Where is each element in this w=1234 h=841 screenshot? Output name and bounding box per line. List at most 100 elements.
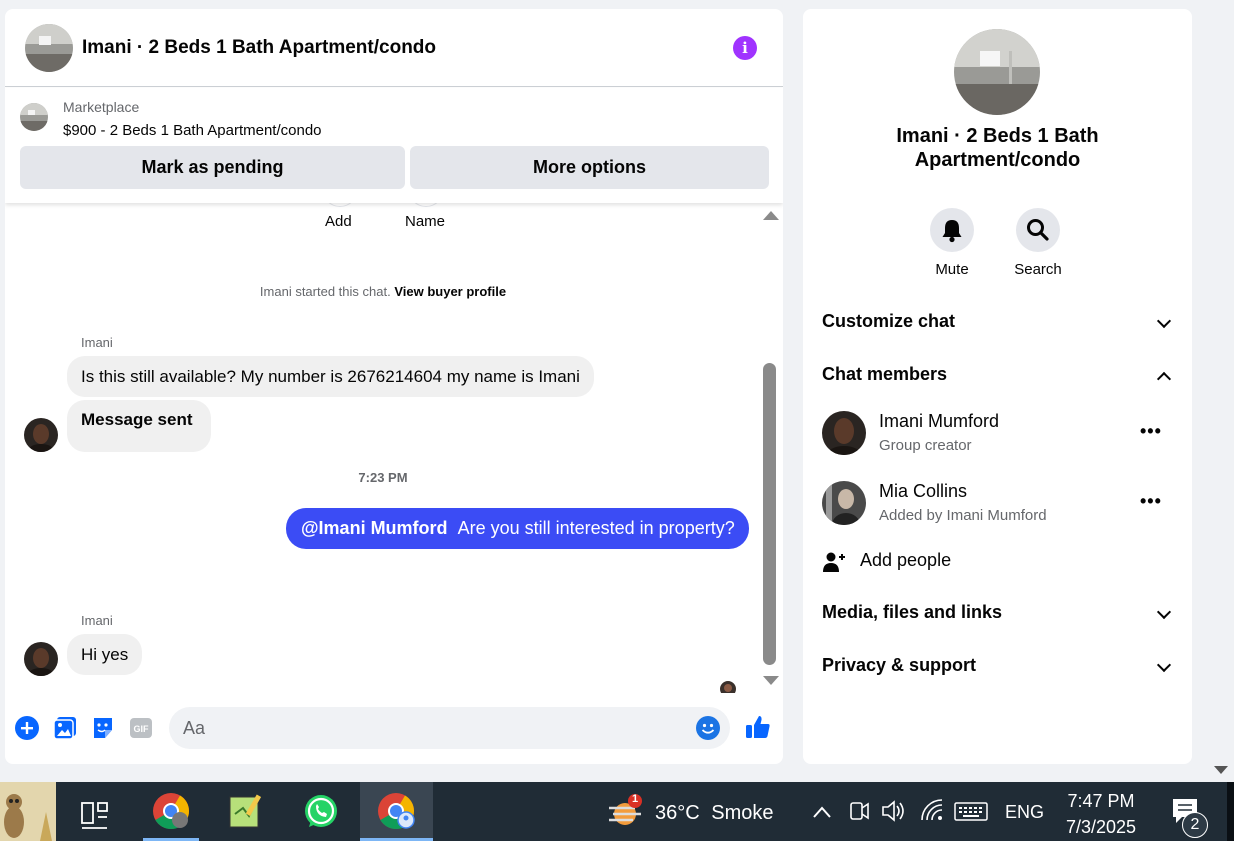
emoji-icon[interactable]	[696, 716, 720, 740]
chevron-down-icon	[1156, 313, 1172, 329]
privacy-support-label: Privacy & support	[822, 655, 977, 675]
message-text: Are you still interested in property?	[457, 518, 735, 538]
member-role: Added by Imani Mumford	[879, 507, 1047, 524]
chevron-up-icon[interactable]	[810, 782, 834, 841]
photo-icon[interactable]	[52, 715, 78, 741]
svg-text:GIF: GIF	[134, 724, 150, 734]
scrollbar-thumb[interactable]	[763, 363, 776, 665]
message-input[interactable]	[183, 707, 683, 749]
weather-temperature: 36°C	[655, 802, 700, 824]
marketplace-label: Marketplace	[63, 99, 140, 115]
notification-count-badge: 2	[1182, 812, 1208, 838]
show-desktop-button[interactable]	[1227, 782, 1234, 841]
privacy-support-section[interactable]: Privacy & support	[822, 652, 1175, 682]
weather-alert-badge: 1	[631, 793, 639, 805]
system-note: Imani started this chat. View buyer prof…	[5, 284, 761, 299]
avatar[interactable]	[24, 418, 58, 452]
message-bubble-incoming[interactable]: Message sent	[67, 400, 211, 452]
add-person-icon	[823, 552, 845, 572]
meet-now-icon[interactable]	[847, 782, 871, 841]
listing-small-thumbnail[interactable]	[20, 103, 48, 131]
message-bubble-incoming[interactable]: Is this still available? My number is 26…	[67, 356, 594, 397]
message-input-container[interactable]	[169, 707, 730, 749]
task-view-icon[interactable]	[78, 782, 112, 841]
member-row[interactable]: Mia Collins Added by Imani Mumford •••	[822, 481, 1175, 531]
weather-widget[interactable]: 36°C Smoke	[655, 802, 774, 825]
member-avatar[interactable]	[822, 411, 866, 455]
wifi-icon[interactable]	[918, 782, 946, 841]
chat-title[interactable]: Imani · 2 Beds 1 Bath Apartment/condo	[82, 37, 436, 59]
chat-info-panel: Imani · 2 Beds 1 Bath Apartment/condo Mu…	[803, 9, 1192, 764]
member-name: Imani Mumford	[879, 411, 1000, 431]
chrome-profile-icon[interactable]	[360, 782, 433, 841]
view-buyer-profile-link[interactable]: View buyer profile	[394, 284, 506, 299]
clock-date: 7/3/2025	[1065, 817, 1137, 837]
name-action-label[interactable]: Name	[405, 213, 445, 230]
mark-as-pending-button[interactable]: Mark as pending	[20, 146, 405, 189]
message-bubble-outgoing[interactable]: @Imani Mumford Are you still interested …	[286, 508, 749, 549]
composer: GIF	[5, 699, 783, 759]
chat-members-label: Chat members	[822, 364, 948, 384]
chrome-icon[interactable]	[140, 782, 202, 841]
chevron-down-icon	[1156, 657, 1172, 673]
name-circle-button[interactable]	[408, 203, 444, 207]
volume-icon[interactable]	[880, 782, 908, 841]
message-timestamp: 7:23 PM	[358, 470, 408, 485]
member-avatar[interactable]	[822, 481, 866, 525]
system-note-text: Imani started this chat.	[259, 284, 391, 299]
marketplace-bar: Marketplace $900 - 2 Beds 1 Bath Apartme…	[5, 88, 783, 203]
more-icon[interactable]: •••	[1140, 491, 1162, 512]
gif-icon[interactable]: GIF	[128, 715, 154, 741]
avatar[interactable]	[24, 642, 58, 676]
meerkat-widget-icon[interactable]	[0, 782, 56, 841]
member-row[interactable]: Imani Mumford Group creator •••	[822, 411, 1175, 461]
more-options-button[interactable]: More options	[410, 146, 769, 189]
listing-avatar[interactable]	[954, 29, 1040, 115]
chevron-down-icon	[1156, 604, 1172, 620]
mute-button[interactable]: Mute	[922, 208, 982, 278]
whatsapp-icon[interactable]	[300, 782, 342, 841]
chevron-up-icon	[1156, 371, 1172, 387]
scroll-down-arrow[interactable]	[763, 676, 779, 685]
mute-label: Mute	[935, 261, 969, 278]
page-scroll-down-arrow[interactable]	[1214, 766, 1228, 774]
plus-icon[interactable]	[14, 715, 40, 741]
add-people-button[interactable]: Add people	[822, 547, 1122, 577]
search-icon[interactable]	[1016, 208, 1060, 252]
search-label: Search	[1014, 261, 1062, 278]
like-icon[interactable]	[744, 713, 772, 741]
bell-icon[interactable]	[930, 208, 974, 252]
chat-panel: Imani · 2 Beds 1 Bath Apartment/condo i …	[5, 9, 783, 764]
add-action-label[interactable]: Add	[325, 213, 352, 230]
notepad-icon[interactable]	[225, 782, 265, 841]
customize-chat-label: Customize chat	[822, 311, 956, 331]
read-receipt-avatar	[720, 681, 736, 693]
listing-thumbnail[interactable]	[25, 24, 73, 72]
clock-time: 7:47 PM	[1067, 791, 1135, 811]
mention[interactable]: @Imani Mumford	[301, 518, 448, 538]
search-button[interactable]: Search	[1008, 208, 1068, 278]
member-name: Mia Collins	[879, 481, 968, 501]
sender-name: Imani	[81, 613, 113, 628]
add-circle-button[interactable]	[322, 203, 358, 207]
message-bubble-incoming[interactable]: Hi yes	[67, 634, 143, 675]
weather-condition: Smoke	[711, 802, 774, 824]
customize-chat-section[interactable]: Customize chat	[822, 308, 1175, 338]
media-files-section[interactable]: Media, files and links	[822, 599, 1175, 629]
weather-icon[interactable]: 1	[605, 782, 645, 841]
clock[interactable]: 7:47 PM 7/3/2025	[1055, 788, 1147, 840]
taskbar: 1 36°C Smoke ENG 7:47 PM 7/3/2025	[0, 782, 1234, 841]
chat-header: Imani · 2 Beds 1 Bath Apartment/condo i	[5, 9, 783, 87]
sender-name: Imani	[81, 335, 113, 350]
listing-price-title[interactable]: $900 - 2 Beds 1 Bath Apartment/condo	[63, 122, 322, 139]
info-title: Imani · 2 Beds 1 Bath Apartment/condo	[896, 125, 1099, 171]
sticker-icon[interactable]	[90, 715, 116, 741]
scroll-up-arrow[interactable]	[763, 211, 779, 220]
chat-members-section[interactable]: Chat members	[822, 361, 1175, 391]
media-files-label: Media, files and links	[822, 602, 1003, 622]
message-list: Add Name Imani started this chat. View b…	[5, 203, 783, 693]
more-icon[interactable]: •••	[1140, 421, 1162, 442]
keyboard-icon[interactable]	[953, 782, 989, 841]
input-language[interactable]: ENG	[1005, 802, 1044, 823]
info-icon[interactable]: i	[733, 36, 757, 60]
